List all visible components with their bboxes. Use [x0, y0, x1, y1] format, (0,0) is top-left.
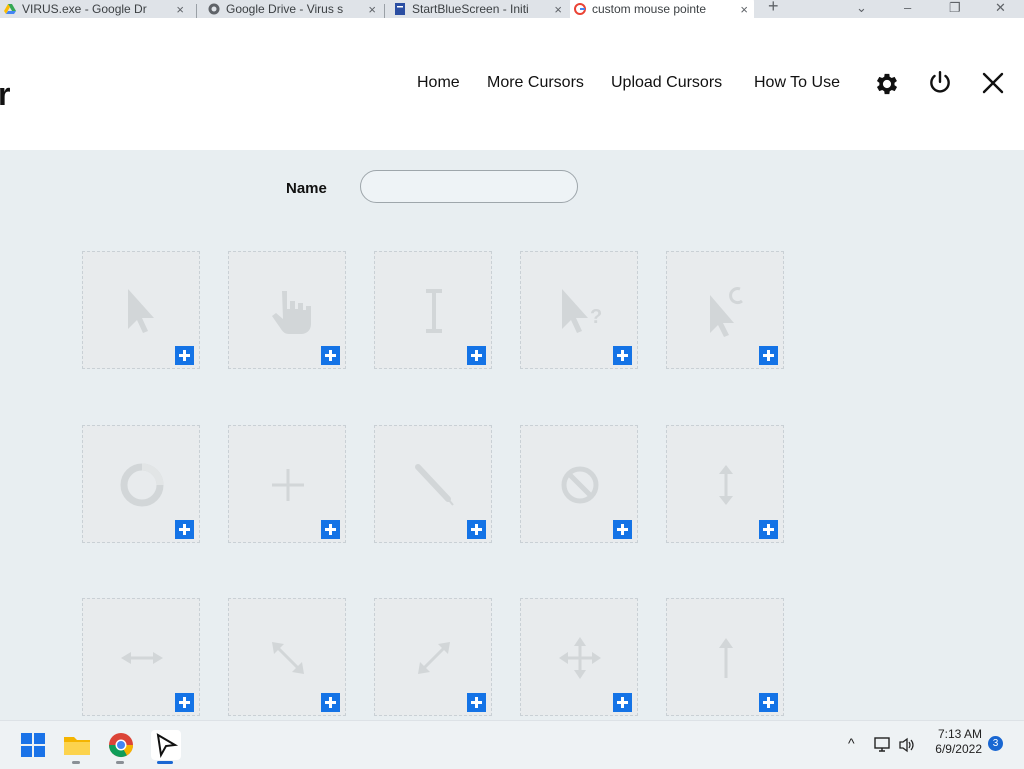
- add-cursor-icon[interactable]: [467, 693, 486, 712]
- text-beam-icon: [426, 289, 442, 333]
- cursor-slot-diagonal-resize-2[interactable]: [374, 598, 492, 716]
- browser-tab[interactable]: StartBlueScreen - Initi ×: [390, 0, 568, 18]
- add-cursor-icon[interactable]: [467, 520, 486, 539]
- tab-title: VIRUS.exe - Google Dr: [22, 2, 147, 16]
- document-favicon-icon: [395, 3, 405, 15]
- diagonal-resize-1-icon: [272, 642, 304, 674]
- add-cursor-icon[interactable]: [613, 693, 632, 712]
- cursor-slot-handwriting[interactable]: [374, 425, 492, 543]
- tab-title: Google Drive - Virus s: [226, 2, 344, 16]
- new-tab-button[interactable]: +: [768, 0, 779, 17]
- network-icon[interactable]: [874, 737, 892, 753]
- cursor-slot-unavailable[interactable]: [520, 425, 638, 543]
- tab-close-icon[interactable]: ×: [740, 2, 748, 17]
- show-hidden-icons-chevron-icon[interactable]: ^: [848, 735, 855, 751]
- custom-cursor-app-icon[interactable]: [151, 730, 181, 760]
- nav-upload-cursors-link[interactable]: Upload Cursors: [611, 74, 722, 92]
- start-icon[interactable]: [18, 730, 48, 760]
- add-cursor-icon[interactable]: [613, 520, 632, 539]
- tab-search-chevron-icon[interactable]: ⌄: [856, 0, 867, 16]
- clock-time: 7:13 AM: [937, 727, 982, 741]
- running-indicator: [116, 761, 124, 764]
- close-window-icon[interactable]: ✕: [995, 0, 1006, 16]
- tab-close-icon[interactable]: ×: [554, 2, 562, 17]
- nav-more-cursors-link[interactable]: More Cursors: [487, 74, 584, 92]
- help-select-icon: ?: [562, 289, 602, 333]
- tab-title: custom mouse pointe: [592, 2, 707, 16]
- add-cursor-icon[interactable]: [175, 693, 194, 712]
- cursor-slot-busy[interactable]: [82, 425, 200, 543]
- cursor-set-name-input[interactable]: [360, 170, 578, 203]
- handwriting-icon: [415, 464, 454, 506]
- running-indicator: [72, 761, 80, 764]
- nav-home-link[interactable]: Home: [417, 74, 460, 92]
- cursor-slot-normal-select[interactable]: [82, 251, 200, 369]
- add-cursor-icon[interactable]: [467, 346, 486, 365]
- app-header: r Home More Cursors Upload Cursors How T…: [0, 18, 1024, 150]
- google-favicon-icon: [574, 3, 586, 15]
- add-cursor-icon[interactable]: [613, 346, 632, 365]
- precision-select-icon: [272, 469, 304, 501]
- svg-text:?: ?: [590, 306, 602, 328]
- cursor-slot-text-select[interactable]: [374, 251, 492, 369]
- cursor-slot-working-in-background[interactable]: [666, 251, 784, 369]
- cursor-slot-move[interactable]: [520, 598, 638, 716]
- busy-icon: [120, 463, 164, 507]
- clock-date: 6/9/2022: [935, 742, 982, 756]
- add-cursor-icon[interactable]: [175, 520, 194, 539]
- volume-icon[interactable]: [898, 737, 916, 753]
- add-cursor-icon[interactable]: [321, 693, 340, 712]
- minimize-window-icon[interactable]: –: [904, 0, 911, 15]
- tab-separator: [384, 4, 385, 18]
- browser-tab[interactable]: Google Drive - Virus s ×: [204, 0, 382, 18]
- browser-tab-active[interactable]: custom mouse pointe ×: [570, 0, 754, 18]
- cursor-slot-vertical-resize[interactable]: [666, 425, 784, 543]
- restore-window-icon[interactable]: ❐: [949, 0, 961, 16]
- cursor-slot-link-select[interactable]: [228, 251, 346, 369]
- active-app-indicator: [157, 761, 173, 764]
- add-cursor-icon[interactable]: [759, 693, 778, 712]
- browser-tab[interactable]: VIRUS.exe - Google Dr ×: [0, 0, 190, 18]
- notification-badge[interactable]: 3: [988, 736, 1003, 751]
- tab-separator: [196, 4, 197, 18]
- horizontal-resize-icon: [121, 652, 163, 664]
- close-icon[interactable]: [982, 72, 1004, 94]
- working-in-background-icon: [710, 287, 743, 337]
- add-cursor-icon[interactable]: [321, 520, 340, 539]
- cursor-slot-diagonal-resize-1[interactable]: [228, 598, 346, 716]
- nav-how-to-use-link[interactable]: How To Use: [754, 74, 840, 92]
- tab-close-icon[interactable]: ×: [368, 2, 376, 17]
- add-cursor-icon[interactable]: [759, 520, 778, 539]
- add-cursor-icon[interactable]: [321, 346, 340, 365]
- globe-favicon-icon: [208, 3, 220, 15]
- google-drive-favicon-icon: [4, 4, 16, 14]
- browser-tab-strip: VIRUS.exe - Google Dr × Google Drive - V…: [0, 0, 1024, 18]
- chrome-icon[interactable]: [106, 730, 136, 760]
- tab-close-icon[interactable]: ×: [176, 2, 184, 17]
- gear-icon[interactable]: [873, 70, 901, 98]
- vertical-resize-icon: [719, 465, 733, 505]
- move-icon: [559, 637, 601, 679]
- app-logo-text: r: [0, 76, 11, 112]
- file-explorer-icon[interactable]: [62, 730, 92, 760]
- cursor-slot-horizontal-resize[interactable]: [82, 598, 200, 716]
- cursor-slot-precision-select[interactable]: [228, 425, 346, 543]
- hand-pointer-icon: [272, 291, 311, 334]
- tab-title: StartBlueScreen - Initi: [412, 2, 529, 16]
- cursor-slot-alternate-select[interactable]: [666, 598, 784, 716]
- taskbar-clock[interactable]: 7:13 AM 6/9/2022: [926, 727, 982, 757]
- name-label: Name: [286, 180, 327, 197]
- windows-taskbar: ^: [0, 720, 1024, 769]
- cursor-slot-help-select[interactable]: ?: [520, 251, 638, 369]
- unavailable-icon: [561, 466, 599, 504]
- alternate-select-icon: [719, 638, 733, 678]
- diagonal-resize-2-icon: [418, 642, 450, 674]
- add-cursor-icon[interactable]: [175, 346, 194, 365]
- arrow-pointer-icon: [128, 289, 154, 333]
- add-cursor-icon[interactable]: [759, 346, 778, 365]
- power-icon[interactable]: [927, 70, 953, 96]
